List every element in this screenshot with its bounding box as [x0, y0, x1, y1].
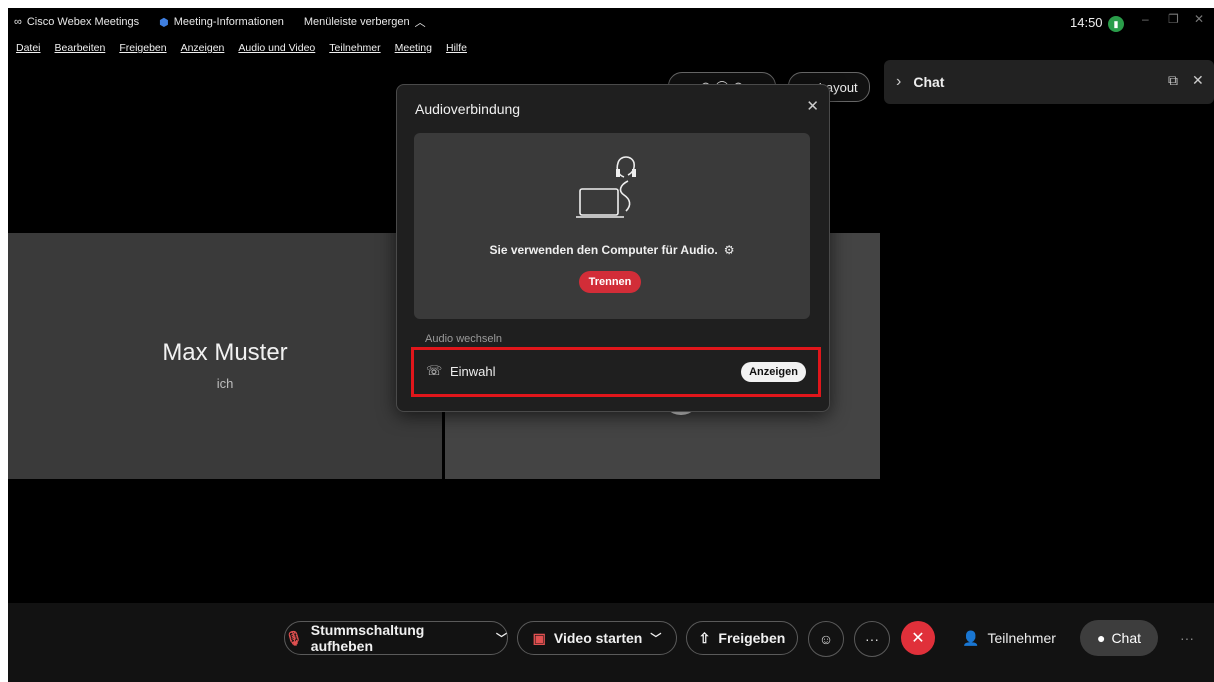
share-icon: ⇧ [698, 629, 711, 646]
menu-audio-video[interactable]: Audio und Video [238, 42, 315, 58]
menu-bar: Datei Bearbeiten Freigeben Anzeigen Audi… [8, 42, 473, 58]
close-icon[interactable]: ✕ [1192, 72, 1204, 89]
chat-bubble-icon: ● [1096, 630, 1106, 646]
menu-anzeigen[interactable]: Anzeigen [181, 42, 225, 58]
gear-icon[interactable]: ⚙ [724, 243, 735, 257]
menu-freigeben[interactable]: Freigeben [119, 42, 166, 58]
participants-button[interactable]: 👤 Teilnehmer [962, 621, 1056, 655]
menu-meeting[interactable]: Meeting [395, 42, 432, 58]
dialin-option[interactable]: ☏ Einwahl Anzeigen [411, 347, 821, 397]
menu-teilnehmer[interactable]: Teilnehmer [329, 42, 380, 58]
disconnect-button[interactable]: Trennen [579, 271, 641, 293]
participant-self-label: ich [216, 376, 234, 391]
mic-muted-icon: 🎙 [285, 629, 303, 646]
ellipsis-icon: ··· [865, 631, 879, 647]
participant-name: Max Muster [162, 339, 288, 366]
computer-audio-icon [576, 156, 636, 218]
switch-audio-label: Audio wechseln [425, 333, 503, 345]
audio-status-card: Sie verwenden den Computer für Audio. ⚙ T… [414, 133, 810, 319]
meeting-info-button[interactable]: ⬢ Meeting-Informationen [159, 16, 284, 29]
clock: 14:50 [1070, 15, 1103, 30]
chevron-right-icon[interactable]: › [896, 73, 901, 91]
menu-hilfe[interactable]: Hilfe [446, 42, 467, 58]
menu-bearbeiten[interactable]: Bearbeiten [55, 42, 106, 58]
start-video-button[interactable]: ▣ Video starten ﹀ [517, 621, 677, 655]
dialin-label: Einwahl [450, 364, 496, 379]
ellipsis-icon: ··· [1180, 630, 1194, 646]
title-bar: ∞ Cisco Webex Meetings ⬢ Meeting-Informa… [8, 8, 1214, 36]
restore-button[interactable]: ❐ [1168, 12, 1179, 26]
minimize-button[interactable]: – [1142, 12, 1149, 26]
leave-meeting-button[interactable]: ✕ [901, 621, 935, 655]
close-icon: ✕ [911, 630, 925, 647]
emoji-icon: ☺ [818, 631, 834, 647]
reactions-button[interactable]: ☺ [808, 621, 844, 657]
share-button[interactable]: ⇧ Freigeben [686, 621, 798, 655]
network-status-icon[interactable]: ▮ [1108, 16, 1124, 32]
video-off-icon: ▣ [532, 629, 546, 646]
webex-logo-icon: ∞ [14, 16, 22, 28]
menu-datei[interactable]: Datei [16, 42, 41, 58]
chevron-up-icon: ︿ [414, 17, 426, 29]
participants-icon: 👤 [962, 629, 980, 646]
more-options-button[interactable]: ··· [854, 621, 890, 657]
close-window-button[interactable]: ✕ [1194, 12, 1204, 26]
phone-icon: ☏ [426, 363, 443, 378]
chevron-down-icon[interactable]: ﹀ [650, 630, 661, 646]
participant-tile: Max Muster ich [8, 233, 442, 479]
hide-menubar-button[interactable]: Menüleiste verbergen ︿ [304, 14, 426, 30]
chevron-down-icon[interactable]: ﹀ [496, 630, 507, 646]
audio-connection-dialog: Audioverbindung ✕ Sie verwenden den Comp… [396, 84, 830, 412]
overflow-menu-button[interactable]: ··· [1180, 621, 1194, 655]
meeting-controls-bar: 🎙 Stummschaltung aufheben ﹀ ▣ Video star… [8, 603, 1214, 682]
popout-icon[interactable]: ⧉ [1168, 72, 1178, 89]
chat-panel-title: Chat [913, 74, 945, 90]
audio-status-text: Sie verwenden den Computer für Audio. ⚙ [489, 243, 735, 257]
show-button[interactable]: Anzeigen [741, 362, 806, 382]
webex-window: ∞ Cisco Webex Meetings ⬢ Meeting-Informa… [8, 8, 1214, 682]
shield-icon: ⬢ [159, 16, 169, 29]
close-icon[interactable]: ✕ [806, 97, 819, 115]
app-title: ∞ Cisco Webex Meetings [14, 16, 140, 28]
unmute-button[interactable]: 🎙 Stummschaltung aufheben ﹀ [284, 621, 508, 655]
chat-panel-header: › Chat ⧉ ✕ [884, 60, 1214, 104]
chat-button[interactable]: ● Chat [1080, 620, 1158, 656]
dialog-title: Audioverbindung [415, 101, 521, 117]
